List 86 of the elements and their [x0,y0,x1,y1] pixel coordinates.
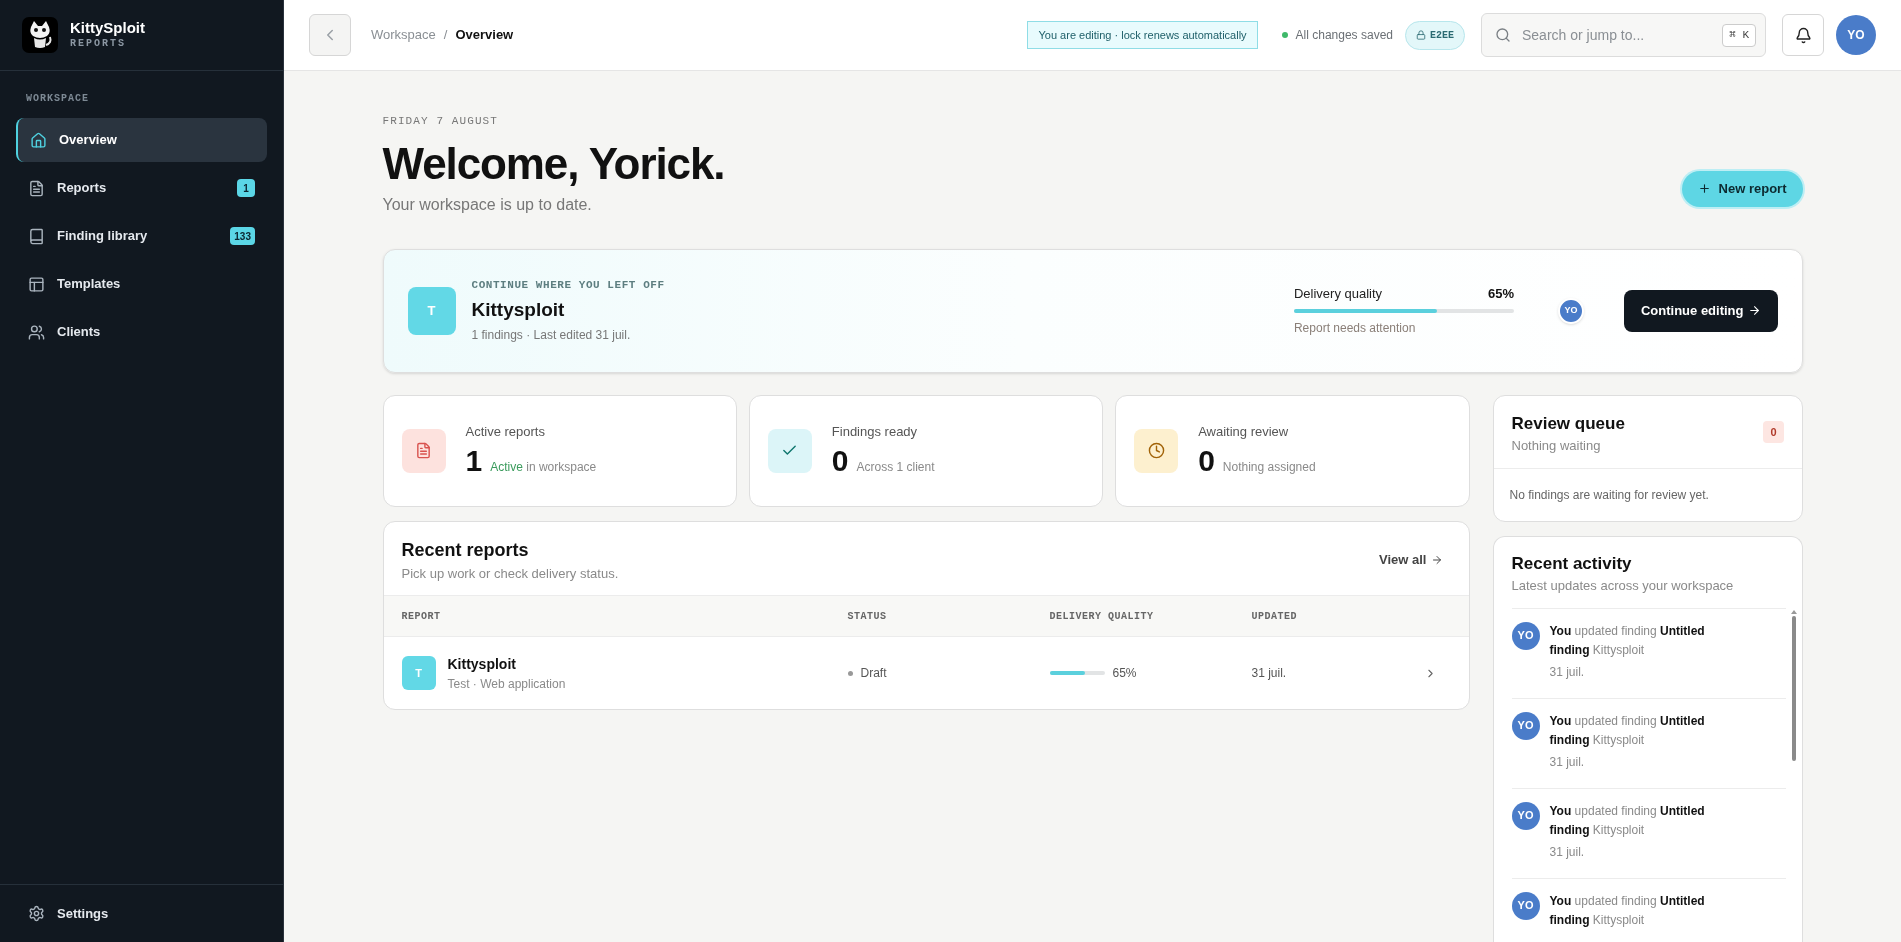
stat-value: 0 [831,442,849,479]
date-label: FRIDAY 7 AUGUST [382,114,500,129]
updated-date: 31 juil. [1251,665,1288,682]
editor-avatar: YO [1557,297,1584,324]
quality-note: Report needs attention [1293,320,1417,338]
home-icon [30,131,47,149]
report-avatar: T [401,656,436,690]
user-avatar: YO [1511,891,1540,920]
card-title: Recent reports [401,538,530,562]
count-badge: 0 [1763,420,1784,443]
shortcut-key: ⌘ K [1722,24,1756,47]
user-avatar: YO [1511,711,1540,740]
breadcrumb-separator: / [443,26,448,45]
report-title: Kittysploit [471,297,566,322]
new-report-button[interactable]: New report [1681,170,1803,207]
nav-item[interactable]: Templates [16,262,267,306]
column-header: DELIVERY QUALITY [1049,609,1155,624]
user-avatar[interactable]: YO [1836,15,1876,55]
empty-message: No findings are waiting for review yet. [1508,486,1710,504]
nav-item[interactable]: Reports 1 [16,166,267,210]
brand-name: KittySploit [70,19,145,39]
arrow-right-icon [1747,304,1761,317]
encryption-badge: E2EE [1405,20,1465,50]
continue-editing-button[interactable]: Continue editing [1623,289,1778,332]
view-all-link[interactable]: View all [1379,550,1443,570]
brand-subtitle: REPORTS [70,38,127,51]
nav-item[interactable]: Overview [16,118,267,162]
report-meta: 1 findings · Last edited 31 juil. [471,327,632,344]
card-subtitle: Latest updates across your workspace [1511,577,1735,595]
cat-logo-icon [22,17,58,53]
nav-item[interactable]: Finding library 133 [16,214,267,258]
report-name: Kittysploit [447,654,517,674]
status-label: Draft [847,664,1050,682]
settings-link[interactable]: Settings [28,903,109,924]
bell-icon [1794,26,1812,44]
quality-value: 65% [1487,284,1514,303]
layout-icon [28,275,45,293]
quality-label: Delivery quality [1293,284,1383,303]
stat-note: Across 1 client [856,458,935,476]
clock-icon [1147,442,1165,459]
stat-value: 0 [1198,442,1215,479]
editing-notice: You are editing · lock renews automatically [1027,20,1258,50]
report-meta: Test · Web application [447,675,566,693]
column-header: STATUS [847,609,888,624]
activity-text: You updated finding Untitled finding Kittysploit [1549,712,1706,749]
stat-label: Awaiting review [1198,423,1290,441]
notifications-button[interactable] [1782,14,1824,56]
report-avatar: T [407,286,456,335]
section-label: WORKSPACE [25,92,90,106]
stat-note: Active in workspace [490,458,597,476]
save-status: All changes saved [1281,26,1393,44]
page-subtitle: Your workspace is up to date. [382,194,593,215]
stat-value: 1 [465,442,483,479]
file-icon [28,179,45,197]
search-icon [1495,27,1511,43]
arrow-right-icon [1430,553,1443,566]
count-badge: 1 [237,179,255,197]
stat-note: Nothing assigned [1222,458,1316,476]
column-header: REPORT [401,609,442,624]
breadcrumb-current[interactable]: Overview [455,25,514,45]
activity-text: You updated finding Untitled finding Kittysploit [1549,892,1706,929]
user-avatar: YO [1511,621,1540,650]
card-title: Recent activity [1511,552,1633,575]
stat-label: Active reports [465,423,546,441]
user-avatar: YO [1511,801,1540,830]
card-subtitle: Nothing waiting [1511,437,1602,455]
page-title: Welcome, Yorick. [382,137,726,190]
column-header: UPDATED [1251,609,1298,624]
activity-text: You updated finding Untitled finding Kittysploit [1549,622,1706,659]
quality-value: 65% [1112,665,1137,682]
card-title: Review queue [1511,412,1626,435]
report-row[interactable]: T Kittysploit Test · Web application Draft 65% 31 juil. [383,637,1469,709]
eyebrow-label: CONTINUE WHERE YOU LEFT OFF [471,278,665,293]
activity-date: 31 juil. [1549,663,1586,681]
nav-item[interactable]: Clients [16,310,267,354]
file-icon [415,442,432,459]
book-icon [28,227,45,245]
stat-label: Findings ready [831,423,919,441]
plus-icon [1697,182,1711,195]
settings-icon [28,905,45,922]
activity-date: 31 juil. [1549,753,1586,771]
activity-date: 31 juil. [1549,843,1586,861]
card-subtitle: Pick up work or check delivery status. [401,564,620,583]
users-icon [28,323,45,341]
activity-text: You updated finding Untitled finding Kittysploit [1549,802,1706,839]
count-badge: 133 [230,227,255,245]
